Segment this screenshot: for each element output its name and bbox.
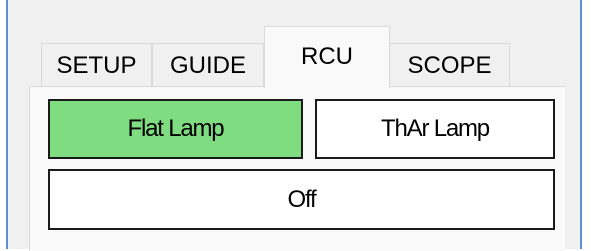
tab-scope-label: SCOPE — [407, 51, 492, 79]
thar-lamp-label: ThAr Lamp — [381, 115, 490, 142]
tab-scope[interactable]: SCOPE — [389, 43, 510, 87]
tab-rcu-label: RCU — [301, 43, 353, 70]
tab-setup[interactable]: SETUP — [41, 43, 152, 87]
tab-setup-label: SETUP — [56, 51, 137, 79]
tab-rcu[interactable]: RCU — [264, 26, 390, 88]
tab-guide[interactable]: GUIDE — [152, 43, 264, 87]
thar-lamp-button[interactable]: ThAr Lamp — [315, 99, 555, 159]
tab-guide-label: GUIDE — [169, 51, 246, 79]
flat-lamp-button[interactable]: Flat Lamp — [48, 99, 303, 159]
off-button[interactable]: Off — [48, 169, 555, 230]
flat-lamp-label: Flat Lamp — [127, 115, 225, 142]
off-label: Off — [287, 185, 317, 213]
